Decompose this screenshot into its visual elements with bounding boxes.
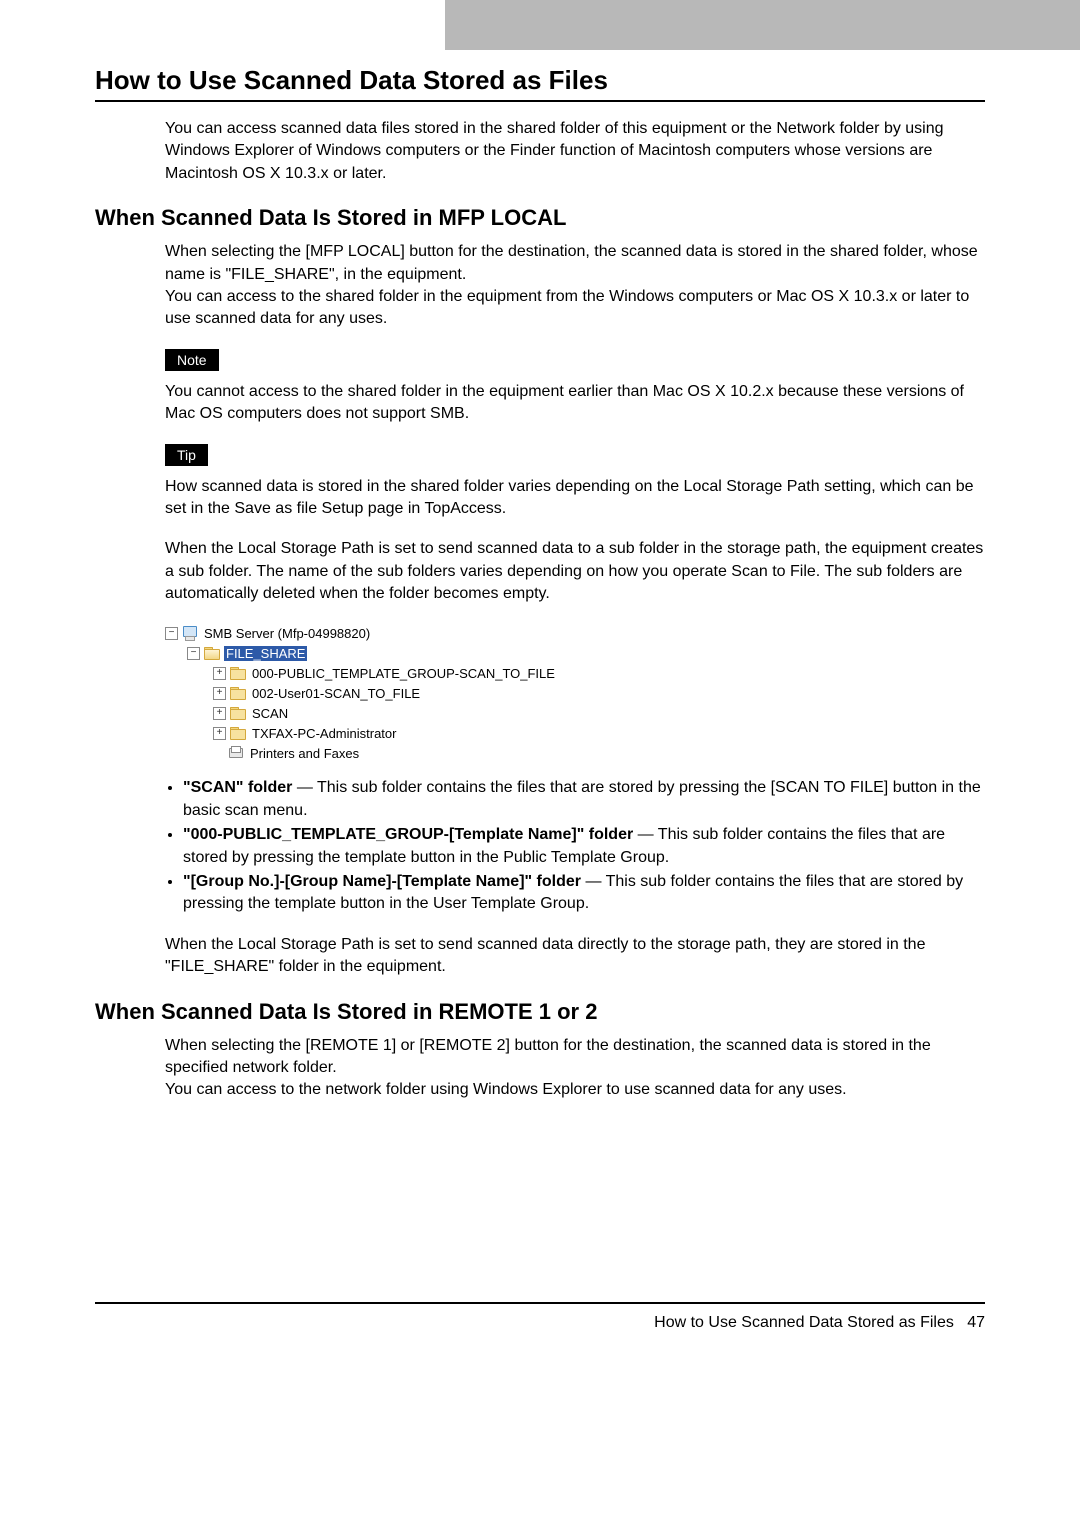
tree-root-row[interactable]: − SMB Server (Mfp-04998820) [165, 623, 985, 643]
folder-explanation-list: "SCAN" folder — This sub folder contains… [165, 777, 985, 915]
tree-root-label: SMB Server (Mfp-04998820) [202, 626, 372, 641]
page-content: How to Use Scanned Data Stored as Files … [0, 50, 1080, 1102]
bullet-group-folder: "[Group No.]-[Group Name]-[Template Name… [183, 871, 985, 916]
section1-para2: You can access to the shared folder in t… [165, 286, 985, 331]
note-label: Note [165, 349, 219, 371]
tree-scan-row[interactable]: + SCAN [165, 703, 985, 723]
header-gray-band [445, 0, 1080, 50]
page-footer: How to Use Scanned Data Stored as Files … [0, 1304, 1080, 1352]
folder-icon [230, 707, 246, 720]
tree-public-row[interactable]: + 000-PUBLIC_TEMPLATE_GROUP-SCAN_TO_FILE [165, 663, 985, 683]
plus-icon[interactable]: + [213, 727, 226, 740]
tree-txfax-row[interactable]: + TXFAX-PC-Administrator [165, 723, 985, 743]
minus-icon[interactable]: − [165, 627, 178, 640]
plus-icon[interactable]: + [213, 687, 226, 700]
printer-icon [228, 746, 244, 760]
intro-paragraph: You can access scanned data files stored… [165, 118, 985, 185]
section2-heading: When Scanned Data Is Stored in REMOTE 1 … [95, 999, 985, 1025]
plus-icon[interactable]: + [213, 707, 226, 720]
tree-user01-label: 002-User01-SCAN_TO_FILE [250, 686, 422, 701]
tree-public-label: 000-PUBLIC_TEMPLATE_GROUP-SCAN_TO_FILE [250, 666, 557, 681]
section1-body: When selecting the [MFP LOCAL] button fo… [165, 241, 985, 978]
section2-body: When selecting the [REMOTE 1] or [REMOTE… [165, 1035, 985, 1102]
header-gap [0, 0, 445, 50]
bullet-public-folder: "000-PUBLIC_TEMPLATE_GROUP-[Template Nam… [183, 824, 985, 869]
folder-icon [230, 687, 246, 700]
tip-label: Tip [165, 444, 208, 466]
tree-txfax-label: TXFAX-PC-Administrator [250, 726, 398, 741]
header-bar [0, 0, 1080, 50]
section1-para4: When the Local Storage Path is set to se… [165, 934, 985, 979]
tree-fileshare-label: FILE_SHARE [224, 646, 307, 661]
heading-underline [95, 100, 985, 102]
section1-para1: When selecting the [MFP LOCAL] button fo… [165, 241, 985, 286]
tip-text: How scanned data is stored in the shared… [165, 476, 985, 521]
tree-user01-row[interactable]: + 002-User01-SCAN_TO_FILE [165, 683, 985, 703]
minus-icon[interactable]: − [187, 647, 200, 660]
folder-icon [230, 667, 246, 680]
section1-para3: When the Local Storage Path is set to se… [165, 538, 985, 605]
footer-page-number: 47 [967, 1314, 985, 1331]
tree-printers-row[interactable]: Printers and Faxes [165, 743, 985, 763]
section2-para1: When selecting the [REMOTE 1] or [REMOTE… [165, 1035, 985, 1080]
folder-open-icon [204, 647, 220, 660]
section2-para2: You can access to the network folder usi… [165, 1079, 985, 1101]
plus-icon[interactable]: + [213, 667, 226, 680]
bullet-scan-folder: "SCAN" folder — This sub folder contains… [183, 777, 985, 822]
computer-icon [182, 625, 198, 641]
folder-tree: − SMB Server (Mfp-04998820) − FILE_SHARE… [165, 623, 985, 763]
folder-icon [230, 727, 246, 740]
section1-heading: When Scanned Data Is Stored in MFP LOCAL [95, 205, 985, 231]
tree-printers-label: Printers and Faxes [248, 746, 361, 761]
footer-text: How to Use Scanned Data Stored as Files [654, 1314, 954, 1331]
note-text: You cannot access to the shared folder i… [165, 381, 985, 426]
main-heading: How to Use Scanned Data Stored as Files [95, 65, 985, 96]
tree-fileshare-row[interactable]: − FILE_SHARE [165, 643, 985, 663]
tree-scan-label: SCAN [250, 706, 290, 721]
